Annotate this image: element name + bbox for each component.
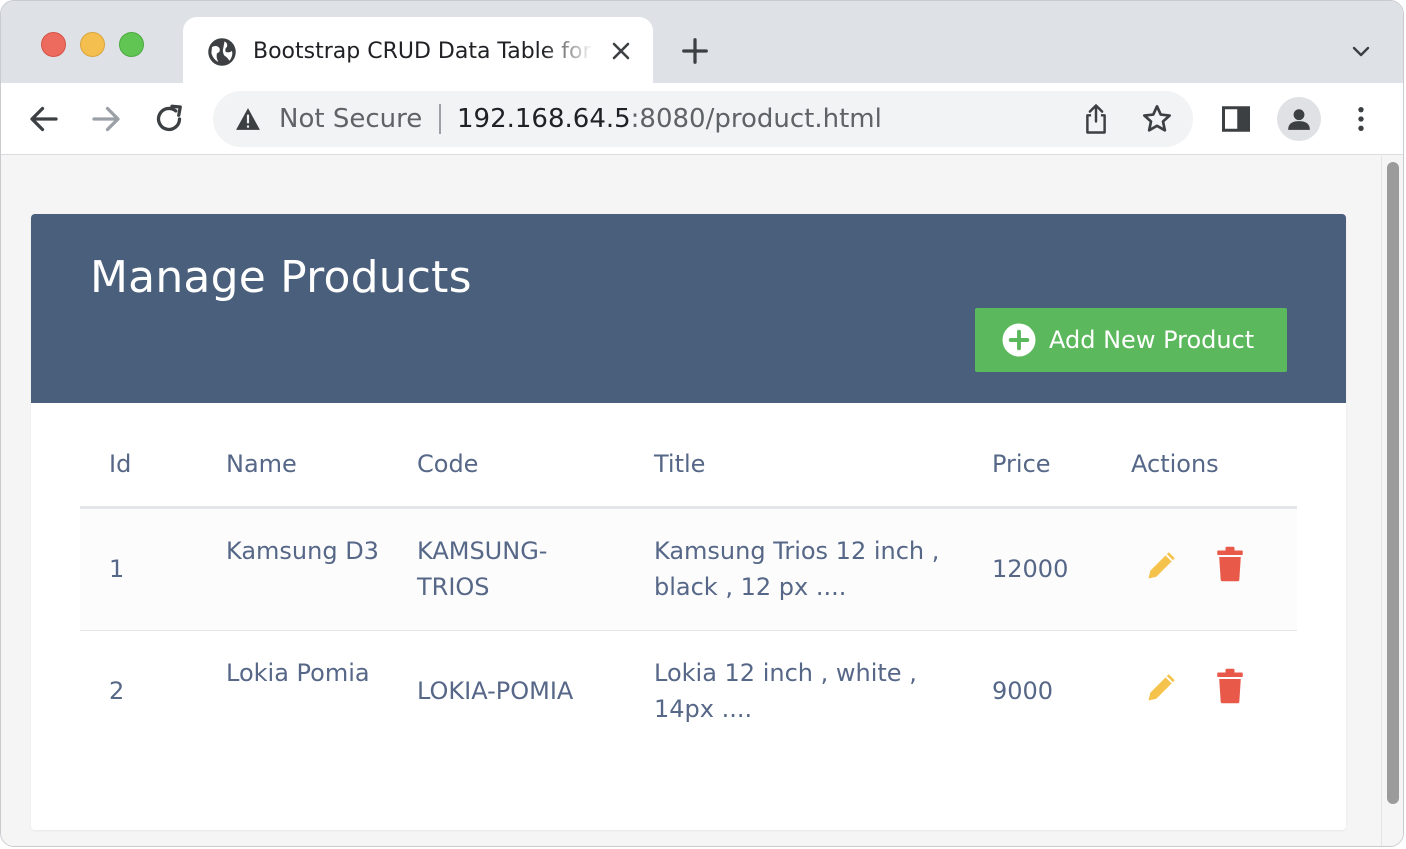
back-arrow-icon[interactable]	[26, 101, 62, 137]
plus-circle-icon	[1002, 323, 1036, 357]
cell-code: LOKIA-POMIA	[417, 677, 574, 705]
cell-price: 12000	[992, 555, 1069, 583]
column-header-code[interactable]: Code	[417, 448, 617, 480]
close-icon[interactable]	[609, 39, 633, 63]
minimize-window-button[interactable]	[80, 32, 105, 57]
chevron-down-icon[interactable]	[1349, 39, 1373, 63]
reload-icon[interactable]	[151, 101, 187, 137]
table-card: Manage Products Add New Product Id Name …	[31, 214, 1346, 830]
browser-window: Bootstrap CRUD Data Table for Database w…	[0, 0, 1404, 847]
column-header-id[interactable]: Id	[109, 448, 131, 480]
pencil-icon[interactable]	[1144, 547, 1180, 583]
trash-icon[interactable]	[1216, 546, 1244, 582]
address-bar[interactable]: Not Secure 192.168.64.5:8080/product.htm…	[213, 91, 1193, 147]
divider	[439, 104, 441, 134]
zoom-window-button[interactable]	[119, 32, 144, 57]
browser-toolbar: Not Secure 192.168.64.5:8080/product.htm…	[1, 83, 1403, 155]
page-viewport: Manage Products Add New Product Id Name …	[1, 156, 1403, 846]
url-text[interactable]: 192.168.64.5:8080/product.html	[457, 103, 882, 135]
url-host: 192.168.64.5	[457, 104, 631, 134]
star-icon[interactable]	[1141, 103, 1173, 135]
column-header-price[interactable]: Price	[992, 448, 1051, 480]
more-vertical-icon[interactable]	[1347, 105, 1375, 133]
avatar-icon	[1288, 109, 1310, 130]
trash-icon[interactable]	[1216, 668, 1244, 704]
column-header-title[interactable]: Title	[654, 448, 954, 480]
table-header: Id Name Code Title Price Actions	[80, 436, 1297, 509]
add-new-product-button[interactable]: Add New Product	[975, 308, 1287, 372]
cell-id: 2	[109, 677, 125, 705]
column-header-actions: Actions	[1131, 450, 1219, 478]
pencil-icon[interactable]	[1144, 669, 1180, 705]
products-table: Id Name Code Title Price Actions 1 Kamsu…	[80, 436, 1297, 753]
forward-arrow-icon[interactable]	[88, 101, 124, 137]
cell-title: Lokia 12 inch , white , 14px ....	[654, 659, 917, 723]
plus-icon[interactable]	[680, 36, 710, 66]
url-path: :8080/product.html	[630, 104, 882, 134]
cell-name: Kamsung D3	[226, 537, 379, 565]
vertical-scrollbar[interactable]	[1381, 156, 1403, 846]
table-title-bar: Manage Products Add New Product	[31, 214, 1346, 403]
table-row: 1 Kamsung D3 KAMSUNG-TRIOS Kamsung Trios…	[80, 509, 1297, 631]
side-panel-icon[interactable]	[1221, 105, 1251, 133]
globe-icon	[208, 38, 236, 66]
profile-button[interactable]	[1277, 97, 1321, 141]
cell-id: 1	[109, 555, 125, 583]
add-button-label: Add New Product	[1049, 326, 1255, 354]
column-header-name[interactable]: Name	[226, 448, 386, 480]
close-window-button[interactable]	[41, 32, 66, 57]
page-title: Manage Products	[90, 252, 472, 303]
tab-title: Bootstrap CRUD Data Table for Database w…	[253, 39, 593, 64]
scrollbar-thumb[interactable]	[1387, 162, 1399, 804]
share-icon[interactable]	[1081, 103, 1111, 135]
cell-title: Kamsung Trios 12 inch , black , 12 px ..…	[654, 537, 940, 601]
active-tab[interactable]: Bootstrap CRUD Data Table for Database w…	[183, 17, 653, 83]
tab-bar: Bootstrap CRUD Data Table for Database w…	[1, 1, 1403, 83]
cell-price: 9000	[992, 677, 1054, 705]
cell-name: Lokia Pomia	[226, 659, 370, 687]
security-label[interactable]: Not Secure	[279, 103, 422, 135]
cell-code: KAMSUNG-TRIOS	[417, 537, 548, 601]
table-row: 2 Lokia Pomia LOKIA-POMIA Lokia 12 inch …	[80, 631, 1297, 753]
warning-icon[interactable]	[235, 107, 261, 131]
